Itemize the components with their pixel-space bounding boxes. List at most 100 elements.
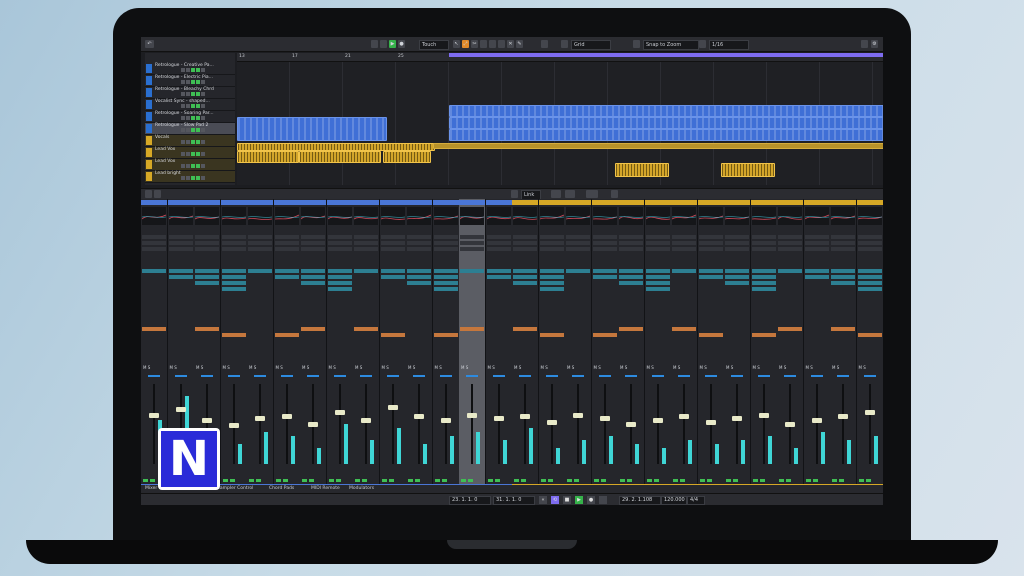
send-slot[interactable] bbox=[433, 333, 458, 337]
routing-slot[interactable] bbox=[592, 247, 617, 251]
window-layout-icon[interactable] bbox=[861, 40, 868, 48]
eq-curve-display[interactable] bbox=[778, 207, 802, 225]
mute-all-button[interactable] bbox=[565, 190, 575, 198]
write-automation-button[interactable] bbox=[196, 68, 200, 72]
write-button[interactable] bbox=[229, 479, 235, 482]
routing-slot[interactable] bbox=[857, 247, 882, 251]
mute-solo-buttons[interactable]: M S bbox=[700, 365, 707, 370]
midi-part[interactable] bbox=[237, 117, 387, 141]
pan-slider[interactable] bbox=[572, 375, 584, 377]
insert-slot[interactable] bbox=[195, 275, 219, 279]
write-button[interactable] bbox=[282, 479, 288, 482]
object-select-tool-icon[interactable]: ↖ bbox=[453, 40, 460, 48]
pan-slider[interactable] bbox=[810, 375, 823, 377]
left-locator-display[interactable]: 23. 1. 1. 0 bbox=[449, 496, 491, 505]
eq-curve-display[interactable] bbox=[619, 207, 643, 225]
write-button[interactable] bbox=[680, 479, 685, 482]
insert-slot[interactable] bbox=[857, 281, 882, 285]
insert-slot[interactable] bbox=[327, 287, 352, 291]
rewind-icon[interactable]: « bbox=[539, 496, 547, 504]
insert-slot[interactable] bbox=[274, 275, 299, 279]
routing-slot[interactable] bbox=[142, 241, 166, 245]
insert-slot[interactable] bbox=[539, 269, 564, 273]
mute-solo-buttons[interactable]: M S bbox=[726, 365, 733, 370]
mixer-channel[interactable]: M SBell bbox=[803, 199, 831, 491]
routing-slot[interactable] bbox=[301, 235, 325, 239]
write-button[interactable] bbox=[865, 479, 871, 482]
send-slot[interactable] bbox=[301, 327, 325, 331]
mixer-menu-icon[interactable] bbox=[145, 190, 152, 198]
pan-slider[interactable] bbox=[837, 375, 849, 377]
read-automation-button[interactable] bbox=[191, 92, 195, 96]
routing-slot[interactable] bbox=[274, 247, 299, 251]
mixer-channel[interactable]: M SRetrologue - Hyb bbox=[379, 199, 407, 491]
volume-fader[interactable] bbox=[573, 413, 583, 418]
mute-button[interactable] bbox=[181, 80, 185, 84]
pan-slider[interactable] bbox=[227, 375, 240, 377]
audio-event[interactable] bbox=[433, 143, 883, 149]
routing-slot[interactable] bbox=[354, 247, 378, 251]
eq-curve-display[interactable] bbox=[698, 207, 723, 225]
routing-slot[interactable] bbox=[221, 241, 246, 245]
track-row[interactable]: Retrologue - Electric Pia... bbox=[145, 75, 235, 87]
signature-display[interactable]: 4/4 bbox=[687, 496, 705, 505]
write-automation-button[interactable] bbox=[196, 80, 200, 84]
eq-curve-display[interactable] bbox=[380, 207, 405, 225]
insert-slot[interactable] bbox=[751, 275, 776, 279]
routing-slot[interactable] bbox=[407, 241, 431, 245]
mixer-channel[interactable]: M SSniff bbox=[697, 199, 725, 491]
play-icon[interactable]: ▶ bbox=[575, 496, 583, 504]
mute-solo-buttons[interactable]: M S bbox=[620, 365, 627, 370]
routing-slot[interactable] bbox=[433, 235, 458, 239]
volume-fader[interactable] bbox=[546, 420, 557, 425]
read-button[interactable] bbox=[726, 479, 731, 482]
insert-slot[interactable] bbox=[168, 275, 193, 279]
read-button[interactable] bbox=[779, 479, 784, 482]
mute-button[interactable] bbox=[181, 104, 185, 108]
range-tool-icon[interactable]: ⤢ bbox=[462, 40, 469, 48]
volume-fader[interactable] bbox=[281, 414, 292, 419]
insert-slot[interactable] bbox=[698, 269, 723, 273]
routing-slot[interactable] bbox=[751, 241, 776, 245]
eq-curve-display[interactable] bbox=[592, 207, 617, 225]
insert-slot[interactable] bbox=[725, 275, 749, 279]
insert-slot[interactable] bbox=[354, 269, 378, 273]
insert-slot[interactable] bbox=[513, 275, 537, 279]
write-button[interactable] bbox=[256, 479, 261, 482]
solo-button[interactable] bbox=[186, 80, 190, 84]
eq-curve-display[interactable] bbox=[354, 207, 378, 225]
split-tool-icon[interactable]: ✂ bbox=[471, 40, 478, 48]
cycle-range[interactable] bbox=[449, 53, 883, 57]
send-slot[interactable] bbox=[380, 333, 405, 337]
zoom-tool-icon[interactable] bbox=[498, 40, 505, 48]
routing-slot[interactable] bbox=[433, 241, 458, 245]
lower-zone-tab[interactable]: Chord Pads bbox=[269, 486, 294, 491]
mute-button[interactable] bbox=[181, 176, 185, 180]
send-slot[interactable] bbox=[778, 327, 802, 331]
pan-slider[interactable] bbox=[731, 375, 743, 377]
metronome-icon[interactable] bbox=[599, 496, 607, 504]
audio-event[interactable] bbox=[237, 143, 435, 151]
volume-fader[interactable] bbox=[652, 418, 663, 423]
insert-slot[interactable] bbox=[274, 269, 299, 273]
mixer-channel[interactable]: M SRetrologue - Slo bbox=[459, 199, 486, 491]
send-slot[interactable] bbox=[274, 333, 299, 337]
mute-solo-buttons[interactable]: M S bbox=[779, 365, 786, 370]
insert-slot[interactable] bbox=[380, 269, 405, 273]
insert-slot[interactable] bbox=[513, 269, 537, 273]
insert-slot[interactable] bbox=[327, 275, 352, 279]
routing-slot[interactable] bbox=[645, 241, 670, 245]
insert-slot[interactable] bbox=[592, 269, 617, 273]
write-button[interactable] bbox=[494, 479, 500, 482]
right-locator-display[interactable]: 31. 1. 1. 0 bbox=[493, 496, 535, 505]
volume-fader[interactable] bbox=[599, 416, 610, 421]
eq-curve-display[interactable] bbox=[248, 207, 272, 225]
routing-slot[interactable] bbox=[513, 235, 537, 239]
eq-curve-display[interactable] bbox=[407, 207, 431, 225]
cycle-button[interactable] bbox=[380, 40, 387, 48]
insert-slot[interactable] bbox=[645, 275, 670, 279]
solo-button[interactable] bbox=[186, 68, 190, 72]
mixer-channel[interactable]: M SLead bbox=[512, 199, 539, 491]
routing-slot[interactable] bbox=[857, 235, 882, 239]
insert-slot[interactable] bbox=[751, 281, 776, 285]
